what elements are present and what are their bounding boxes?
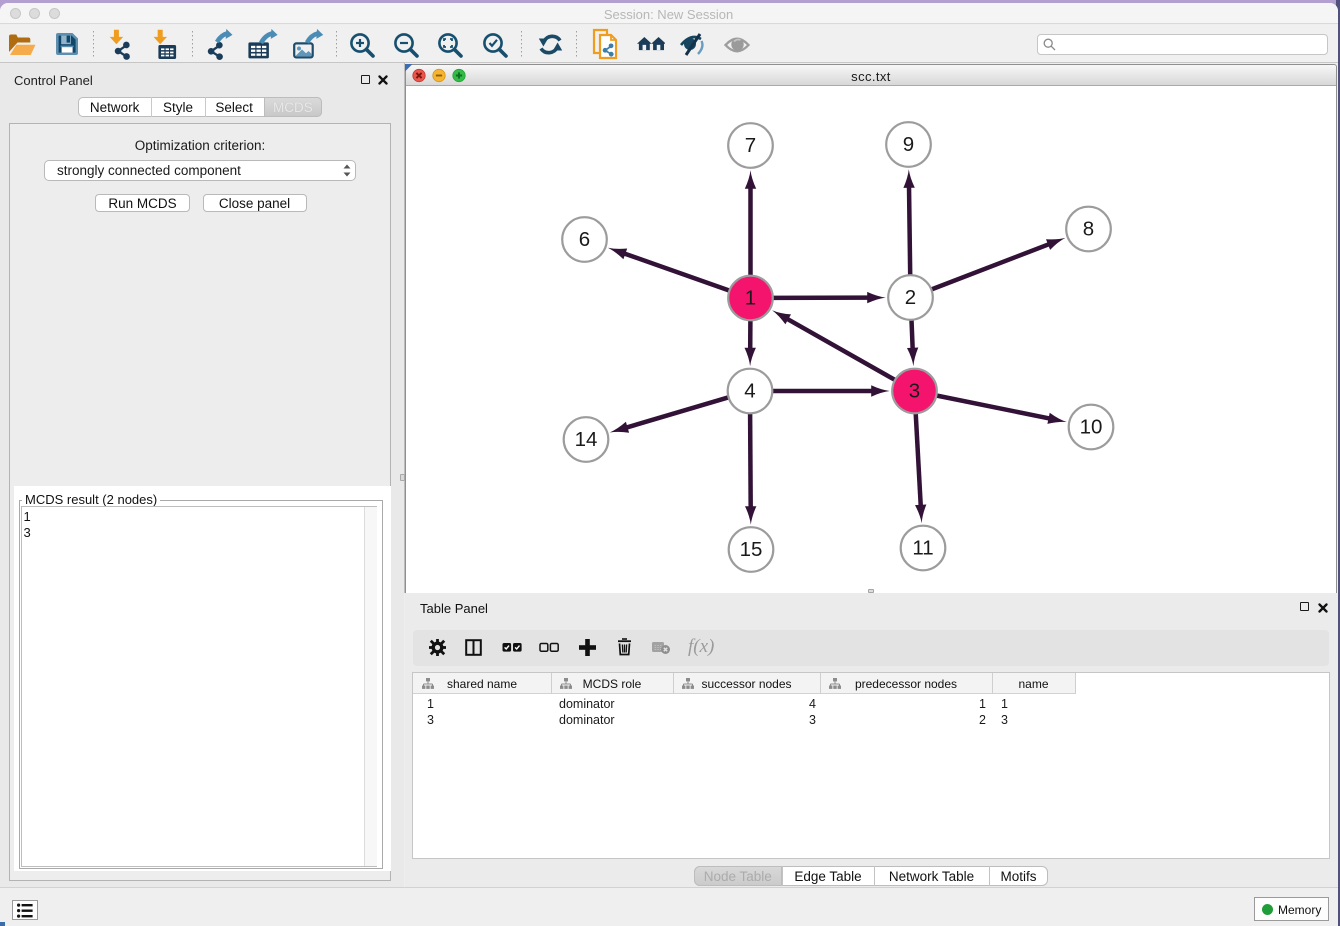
svg-text:4: 4 — [744, 380, 755, 403]
svg-text:11: 11 — [912, 537, 933, 560]
svg-text:10: 10 — [1080, 416, 1103, 439]
svg-text:6: 6 — [579, 228, 590, 251]
svg-text:9: 9 — [903, 133, 914, 156]
svg-text:15: 15 — [740, 538, 763, 561]
svg-text:2: 2 — [905, 286, 916, 309]
svg-text:8: 8 — [1083, 218, 1094, 241]
svg-text:1: 1 — [745, 287, 756, 310]
svg-text:3: 3 — [909, 380, 920, 403]
svg-text:7: 7 — [745, 134, 756, 157]
svg-text:14: 14 — [575, 428, 598, 451]
